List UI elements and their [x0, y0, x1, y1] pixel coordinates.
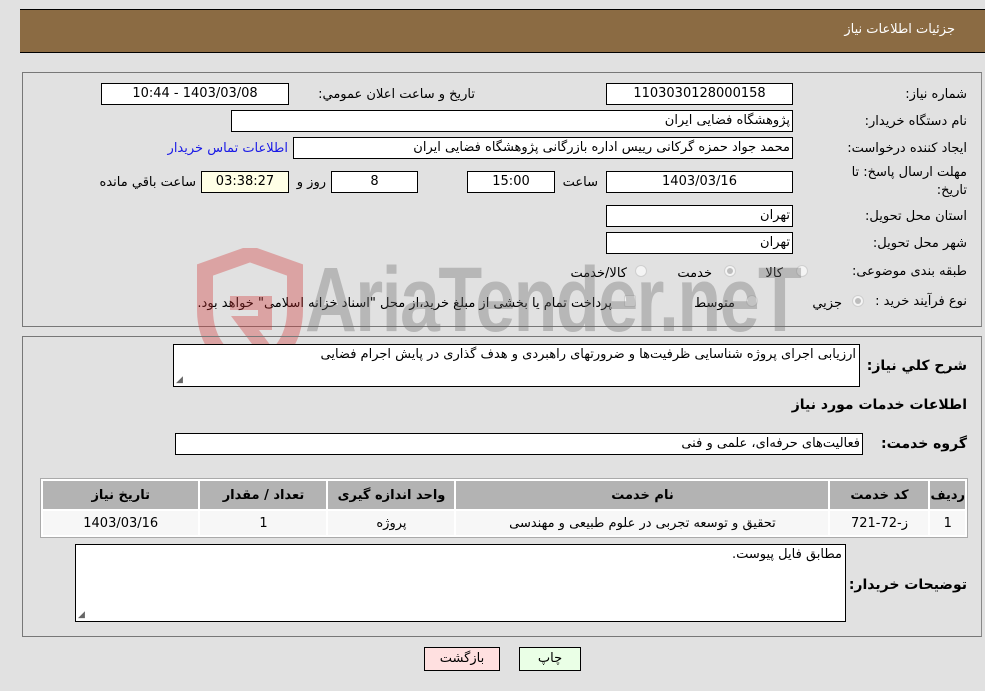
- days-remaining-field: 8: [331, 171, 418, 193]
- deadline-label-line2: تاریخ:: [936, 183, 967, 198]
- service-group-label: گروه خدمت:: [881, 436, 967, 452]
- deadline-time-label: ساعت: [562, 175, 598, 190]
- print-button[interactable]: چاپ: [519, 647, 581, 671]
- process-radio-medium[interactable]: [746, 295, 758, 307]
- deadline-date-field: 1403/03/16: [606, 171, 793, 193]
- cell-need-date: 1403/03/16: [43, 511, 199, 535]
- description-label: شرح کلي نياز:: [866, 358, 967, 374]
- category-option-service: خدمت: [677, 266, 712, 281]
- city-field: تهران: [606, 232, 793, 254]
- process-option-medium: متوسط: [694, 296, 735, 311]
- buyer-notes-label: توضیحات خریدار:: [848, 577, 967, 593]
- days-label: روز و: [296, 175, 326, 190]
- back-button[interactable]: بازگشت: [424, 647, 500, 671]
- need-number-label: شماره نیاز:: [905, 87, 967, 102]
- buyer-org-field: پژوهشگاه فضایی ایران: [231, 110, 793, 132]
- deadline-time-field: 15:00: [467, 171, 555, 193]
- deadline-label-line1: مهلت ارسال پاسخ: تا: [851, 165, 967, 180]
- service-group-field: فعالیت‌های حرفه‌ای، علمی و فنی: [175, 433, 863, 455]
- col-service-code: کد خدمت: [830, 481, 929, 509]
- city-label: شهر محل تحویل:: [872, 236, 967, 251]
- resize-grip-icon[interactable]: ◢: [176, 375, 183, 385]
- col-unit: واحد اندازه گیری: [328, 481, 455, 509]
- category-radio-goods-service[interactable]: [635, 265, 647, 277]
- cell-row-number: 1: [930, 511, 965, 535]
- page-header: جزئیات اطلاعات نیاز: [20, 9, 985, 53]
- col-service-name: نام خدمت: [456, 481, 829, 509]
- category-option-goods-service: کالا/خدمت: [570, 266, 627, 281]
- col-need-date: تاریخ نیاز: [43, 481, 199, 509]
- category-label: طبقه بندی موضوعی:: [851, 264, 967, 279]
- buyer-org-label: نام دستگاه خریدار:: [864, 114, 967, 129]
- col-row-number: ردیف: [930, 481, 965, 509]
- remaining-time-label: ساعت باقي مانده: [99, 175, 196, 190]
- process-label: نوع فرآیند خرید :: [875, 294, 967, 309]
- cell-unit: پروژه: [328, 511, 455, 535]
- category-radio-service[interactable]: [724, 265, 736, 277]
- description-text: ارزیابی اجرای پروژه شناسایی ظرفیت‌ها و ض…: [320, 347, 856, 362]
- table-row: 1 ز-72-721 تحقیق و توسعه تجربی در علوم ط…: [43, 511, 965, 535]
- buyer-contact-link[interactable]: اطلاعات تماس خریدار: [168, 141, 288, 156]
- treasury-checkbox[interactable]: [624, 295, 636, 307]
- province-field: تهران: [606, 205, 793, 227]
- remaining-time-field: 03:38:27: [201, 171, 289, 193]
- col-quantity: تعداد / مقدار: [200, 481, 327, 509]
- table-header-row: ردیف کد خدمت نام خدمت واحد اندازه گیری ت…: [43, 481, 965, 509]
- province-label: استان محل تحویل:: [865, 209, 967, 224]
- announce-label: تاریخ و ساعت اعلان عمومي:: [318, 87, 475, 102]
- creator-field: محمد جواد حمزه گرکانی رییس اداره بازرگان…: [293, 137, 793, 159]
- process-radio-minor[interactable]: [852, 295, 864, 307]
- cell-service-code: ز-72-721: [830, 511, 929, 535]
- announce-datetime-field: 1403/03/08 - 10:44: [101, 83, 289, 105]
- page-title: جزئیات اطلاعات نیاز: [844, 22, 955, 37]
- category-radio-goods[interactable]: [796, 265, 808, 277]
- cell-service-name: تحقیق و توسعه تجربی در علوم طبیعی و مهند…: [456, 511, 829, 535]
- description-textarea[interactable]: ارزیابی اجرای پروژه شناسایی ظرفیت‌ها و ض…: [173, 344, 860, 387]
- cell-quantity: 1: [200, 511, 327, 535]
- buyer-notes-text: مطابق فایل پیوست.: [732, 547, 842, 562]
- services-section-title: اطلاعات خدمات مورد نياز: [791, 397, 967, 413]
- services-table: ردیف کد خدمت نام خدمت واحد اندازه گیری ت…: [40, 478, 968, 538]
- category-option-goods: کالا: [765, 266, 783, 281]
- process-option-minor: جزيي: [812, 296, 842, 311]
- resize-grip-icon[interactable]: ◢: [78, 610, 85, 620]
- need-number-field: 1103030128000158: [606, 83, 793, 105]
- buyer-notes-textarea[interactable]: مطابق فایل پیوست. ◢: [75, 544, 846, 622]
- treasury-text: پرداخت تمام یا بخشی از مبلغ خرید،از محل …: [197, 296, 612, 311]
- creator-label: ایجاد کننده درخواست:: [847, 141, 967, 156]
